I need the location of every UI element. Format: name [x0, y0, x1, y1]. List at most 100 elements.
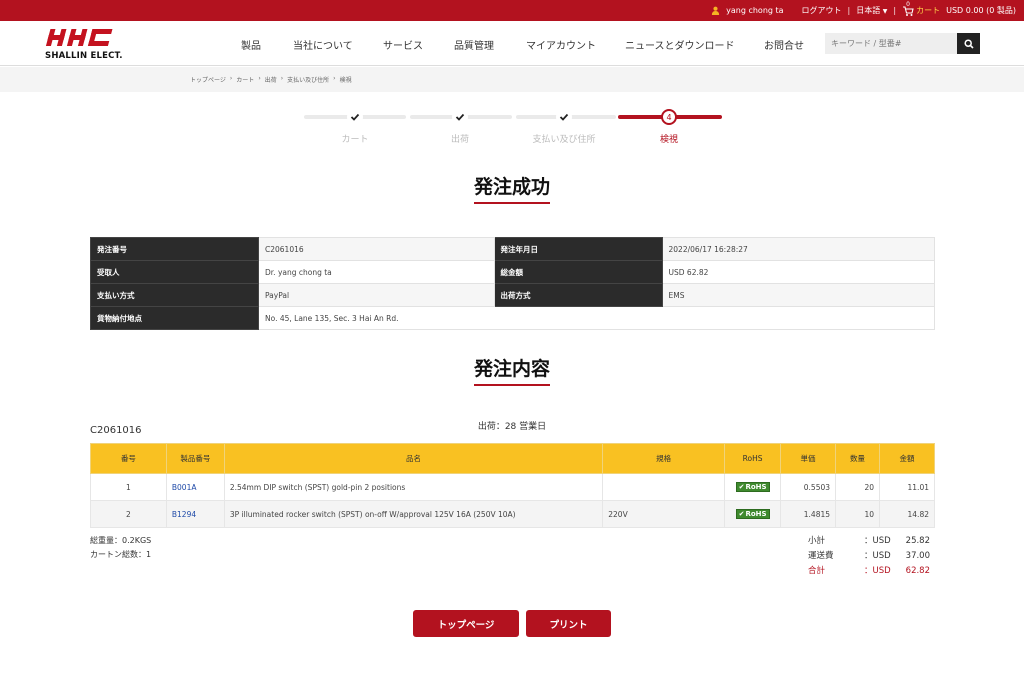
- nav-products[interactable]: 製品: [241, 37, 261, 52]
- step-3-check-icon: [556, 109, 572, 125]
- checkout-steps: 4 カート 出荷 支払い及び住所 検視: [304, 108, 722, 148]
- total-label: 小計: [808, 536, 826, 546]
- user-icon: [712, 6, 720, 15]
- column-header: 規格: [602, 443, 726, 474]
- username-link[interactable]: yang chong ta: [726, 6, 783, 15]
- top-bar: yang chong ta ログアウト | 日本語 ▼ | 0 カート USD …: [0, 0, 1024, 21]
- caret-down-icon: ▼: [882, 8, 888, 15]
- nav-my-account[interactable]: マイアカウント: [526, 37, 596, 52]
- separator: |: [893, 6, 897, 15]
- cart-label: カート: [916, 6, 941, 15]
- order-info-table: 発注番号 C2061016 発注年月日 2022/06/17 16:28:27 …: [90, 237, 936, 330]
- column-header: 金額: [878, 443, 936, 474]
- info-value: No. 45, Lane 135, Sec. 3 Hai An Rd.: [258, 306, 935, 330]
- info-value: EMS: [661, 283, 936, 307]
- info-row: 発注番号 C2061016 発注年月日 2022/06/17 16:28:27: [90, 237, 936, 261]
- quantity: 10: [835, 500, 880, 528]
- shipping-days: 出荷：28 営業日: [477, 422, 547, 432]
- column-header: 製品番号: [165, 443, 225, 474]
- row-number: 2: [90, 500, 167, 528]
- line-amount: 14.82: [878, 500, 936, 528]
- check-icon: ✔: [738, 483, 745, 491]
- product-name: 2.54mm DIP switch (SPST) gold-pin 2 posi…: [223, 473, 604, 501]
- total-amount: 37.00: [905, 551, 930, 561]
- breadcrumb-payment[interactable]: 支払い及び住所: [287, 75, 329, 84]
- nav-services[interactable]: サービス: [383, 37, 423, 52]
- unit-price: 1.4815: [780, 500, 837, 528]
- cart-count-badge: 0: [906, 0, 910, 8]
- subtotal-row: 小計 ：USD 25.82: [808, 534, 930, 549]
- breadcrumb: トップページ › カート › 出荷 › 支払い及び住所 › 検視: [190, 75, 352, 84]
- print-button[interactable]: プリント: [526, 610, 611, 637]
- total-amount: 25.82: [905, 536, 930, 546]
- info-key: 総金額: [493, 260, 663, 284]
- row-number: 1: [90, 473, 167, 501]
- language-select[interactable]: 日本語 ▼: [856, 5, 887, 16]
- info-key: 受取人: [90, 260, 259, 284]
- cart-total: USD 0.00 (0 製品): [946, 6, 1016, 15]
- search-input[interactable]: [825, 33, 957, 54]
- nav-quality[interactable]: 品質管理: [454, 37, 494, 52]
- rohs-cell: ✔ RoHS: [724, 473, 782, 501]
- table-header-row: 番号 製品番号 品名 規格 RoHS 単価 数量 金額: [90, 443, 936, 474]
- column-header: 番号: [90, 443, 167, 474]
- info-row: 受取人 Dr. yang chong ta 総金額 USD 62.82: [90, 260, 936, 284]
- search-button[interactable]: [957, 33, 980, 54]
- search-icon: [963, 38, 974, 49]
- site-header: SHALLIN ELECT. 製品 当社について サービス 品質管理 マイアカウ…: [0, 21, 1024, 66]
- info-row: 貨物納付地点 No. 45, Lane 135, Sec. 3 Hai An R…: [90, 306, 935, 330]
- step-4-current: 4: [661, 109, 677, 125]
- shipping-fee-row: 運送費 ：USD 37.00: [808, 549, 930, 564]
- total-currency: ：USD: [864, 551, 891, 561]
- table-row: 2 B1294 3P illuminated rocker switch (SP…: [90, 500, 936, 528]
- table-row: 1 B001A 2.54mm DIP switch (SPST) gold-pi…: [90, 473, 936, 501]
- step-2-check-icon: [452, 109, 468, 125]
- nav-news-downloads[interactable]: ニュースとダウンロード: [625, 37, 735, 52]
- total-weight: 総重量：0.2KGS: [90, 536, 152, 545]
- logout-link[interactable]: ログアウト: [802, 5, 842, 16]
- info-key: 出荷方式: [493, 283, 663, 307]
- order-items-table: 番号 製品番号 品名 規格 RoHS 単価 数量 金額 1 B001A 2.54…: [90, 443, 936, 528]
- total-label: 合計: [808, 566, 826, 576]
- carton-count: カートン総数：1: [90, 550, 152, 559]
- step-label-payment: 支払い及び住所: [532, 135, 596, 145]
- part-number-link[interactable]: B001A: [165, 473, 225, 501]
- info-row: 支払い方式 PayPal 出荷方式 EMS: [90, 283, 936, 307]
- breadcrumb-home[interactable]: トップページ: [190, 75, 226, 84]
- column-header: 数量: [835, 443, 880, 474]
- order-totals: 小計 ：USD 25.82 運送費 ：USD 37.00 合計 ：USD 62.…: [808, 534, 930, 579]
- product-spec: 220V: [602, 500, 726, 528]
- step-label-cart: カート: [341, 135, 369, 145]
- company-logo[interactable]: SHALLIN ELECT.: [45, 27, 122, 61]
- info-key: 発注年月日: [493, 237, 663, 261]
- cart-link[interactable]: 0 カート: [902, 1, 941, 17]
- chevron-right-icon: ›: [280, 75, 284, 82]
- total-amount: 62.82: [905, 566, 930, 576]
- nav-about[interactable]: 当社について: [293, 37, 353, 52]
- info-key: 発注番号: [90, 237, 259, 261]
- home-button[interactable]: トップページ: [413, 610, 519, 637]
- info-value: USD 62.82: [661, 260, 936, 284]
- info-key: 支払い方式: [90, 283, 259, 307]
- rohs-badge: ✔ RoHS: [735, 482, 770, 492]
- column-header: RoHS: [724, 443, 782, 474]
- product-name: 3P illuminated rocker switch (SPST) on-o…: [223, 500, 604, 528]
- separator: |: [847, 6, 851, 15]
- chevron-right-icon: ›: [229, 75, 233, 82]
- order-contents-title: 発注内容: [0, 354, 1024, 386]
- info-key: 貨物納付地点: [90, 306, 259, 330]
- product-spec: [602, 473, 726, 501]
- logo-mark: [45, 29, 113, 46]
- step-1-check-icon: [347, 109, 363, 125]
- nav-contact[interactable]: お問合せ: [764, 37, 804, 52]
- info-value: Dr. yang chong ta: [258, 260, 495, 284]
- breadcrumb-cart[interactable]: カート: [236, 75, 254, 84]
- package-summary: 総重量：0.2KGS カートン総数：1: [90, 534, 151, 562]
- breadcrumb-review: 検視: [339, 77, 352, 84]
- step-label-shipping: 出荷: [450, 135, 470, 145]
- info-value: PayPal: [258, 283, 495, 307]
- part-number-link[interactable]: B1294: [165, 500, 225, 528]
- breadcrumb-shipping[interactable]: 出荷: [265, 75, 277, 84]
- order-success-title: 発注成功: [0, 172, 1024, 204]
- total-currency: ：USD: [864, 536, 891, 546]
